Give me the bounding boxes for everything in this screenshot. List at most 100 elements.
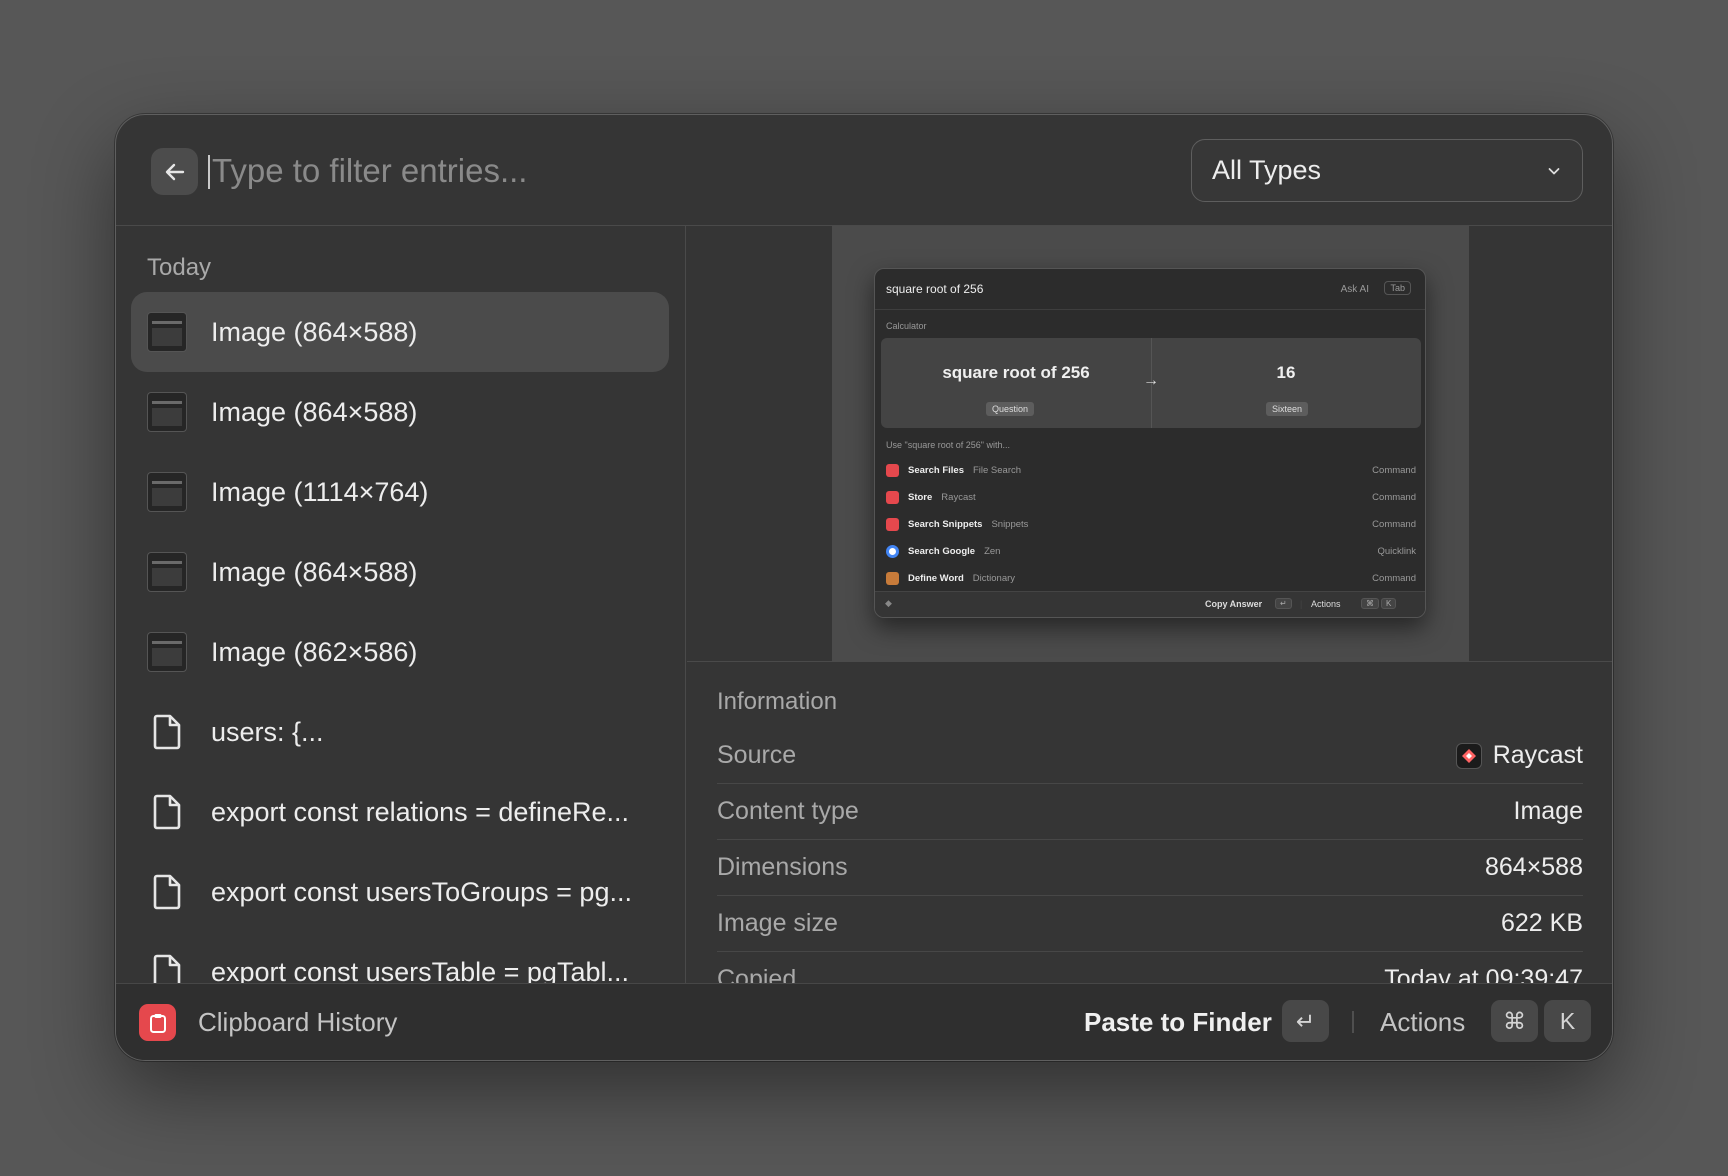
list-item-label: Image (864×588): [211, 396, 418, 427]
preview-row-title: Search Snippets: [908, 518, 983, 530]
list-item-label: export const usersTable = pgTabl...: [211, 956, 629, 987]
enter-key-hint: ↵: [1282, 1000, 1329, 1042]
info-key: Dimensions: [717, 853, 848, 881]
command-key-hint: ⌘: [1491, 1000, 1538, 1042]
list-item-label: users: {...: [211, 716, 324, 747]
image-thumbnail: [147, 312, 187, 352]
list-item[interactable]: export const usersToGroups = pg...: [131, 852, 669, 932]
action-bar: Clipboard History Paste to Finder ↵ Acti…: [116, 983, 1612, 1060]
list-item-label: Image (1114×764): [211, 476, 429, 507]
dictionary-icon: [886, 571, 899, 585]
preview-row: Search Google Zen Quicklink: [886, 543, 1416, 559]
preview-row-type: Command: [1372, 572, 1416, 584]
back-button[interactable]: [151, 148, 198, 195]
preview-row: Define Word Dictionary Command: [886, 570, 1416, 586]
preview-footer-action: Copy Answer: [1205, 599, 1263, 609]
preview-row-title: Search Google: [908, 545, 976, 557]
preview-row: Store Raycast Command: [886, 489, 1416, 505]
preview-row-subtitle: Raycast: [941, 491, 976, 503]
paste-to-finder-button[interactable]: Paste to Finder: [1084, 1007, 1272, 1038]
type-filter-value: All Types: [1212, 155, 1322, 185]
preview-footer-sep: |: [1300, 599, 1303, 609]
chevron-down-icon: [1548, 167, 1560, 174]
preview-screenshot: square root of 256 Ask AI Tab Calculator…: [874, 268, 1426, 618]
clipboard-icon: [139, 1004, 176, 1041]
text-cursor: [208, 155, 210, 189]
info-key: Content type: [717, 797, 859, 825]
clipboard-history-window: All Types Today Image (864×588) Image (8…: [115, 114, 1613, 1061]
list-item-label: Image (862×586): [211, 636, 418, 667]
info-row-source: Source Raycast: [717, 728, 1583, 784]
command-name: Clipboard History: [198, 1007, 398, 1037]
info-value: Raycast: [1455, 741, 1583, 770]
list-item[interactable]: export const relations = defineRe...: [131, 772, 669, 852]
preview-row-title: Search Files: [908, 464, 964, 476]
raycast-logo-icon: [1455, 742, 1482, 769]
google-icon: [886, 544, 899, 558]
preview-footer: ◆ Copy Answer ↵ | Actions ⌘ K: [875, 591, 1425, 617]
arrow-left-icon: [165, 163, 184, 180]
preview-row-subtitle: Zen: [984, 545, 1001, 557]
preview-section: Calculator: [886, 321, 927, 331]
preview-cmd-key: ⌘: [1361, 598, 1379, 609]
document-icon: [153, 794, 181, 830]
list-item-label: Image (864×588): [211, 316, 418, 347]
list-item[interactable]: users: {...: [131, 692, 669, 772]
image-thumbnail: [147, 472, 187, 512]
preview-k-key: K: [1381, 598, 1397, 609]
list-item[interactable]: Image (864×588): [131, 532, 669, 612]
preview-row: Search Files File Search Command: [886, 462, 1416, 478]
preview-row-type: Quicklink: [1377, 545, 1416, 557]
preview-calculator-card: square root of 256 → 16 Question Sixteen: [881, 338, 1421, 428]
footer-divider: [1352, 1011, 1354, 1033]
preview-row-subtitle: Snippets: [991, 518, 1029, 530]
list-item[interactable]: export const usersTable = pgTabl...: [131, 932, 669, 986]
preview-enter-key: ↵: [1275, 598, 1292, 609]
image-thumbnail: [147, 632, 187, 672]
list-item-label: export const relations = defineRe...: [211, 796, 629, 827]
list-item-label: export const usersToGroups = pg...: [211, 876, 632, 907]
search-header: All Types: [116, 115, 1612, 226]
preview-footer-actions: Actions: [1311, 599, 1341, 609]
information-title: Information: [717, 688, 838, 715]
info-row-image-size: Image size 622 KB: [717, 896, 1583, 952]
info-row-copied: Copied Today at 09:39:47: [717, 952, 1583, 986]
preview-row-title: Store: [908, 491, 933, 503]
list-item[interactable]: Image (862×586): [131, 612, 669, 692]
info-value: 864×588: [1484, 853, 1583, 881]
search-files-icon: [886, 463, 899, 477]
preview-image: square root of 256 Ask AI Tab Calculator…: [832, 226, 1469, 662]
source-value: Raycast: [1492, 741, 1583, 769]
preview-use-with: Use "square root of 256" with...: [886, 440, 1010, 450]
preview-row-subtitle: Dictionary: [972, 572, 1016, 584]
filter-input[interactable]: [212, 145, 1062, 197]
raycast-mini-icon: ◆: [885, 598, 892, 608]
preview-tab-key: Tab: [1384, 281, 1411, 295]
actions-button[interactable]: Actions: [1380, 1007, 1465, 1038]
preview-row-subtitle: File Search: [972, 464, 1022, 476]
calc-answer: 16: [1276, 363, 1296, 382]
type-filter-dropdown[interactable]: All Types: [1191, 139, 1583, 202]
info-key: Image size: [717, 909, 838, 937]
list-item[interactable]: Image (864×588): [131, 372, 669, 452]
info-key: Source: [717, 741, 797, 769]
calc-question-pill: Question: [986, 402, 1035, 416]
info-row-content-type: Content type Image: [717, 784, 1583, 840]
list-item-label: Image (864×588): [211, 556, 418, 587]
info-value: Image: [1513, 797, 1583, 825]
preview-ask-ai: Ask AI: [1340, 284, 1369, 295]
preview-row: Search Snippets Snippets Command: [886, 516, 1416, 532]
preview-row-type: Command: [1372, 518, 1416, 530]
section-title-today: Today: [147, 254, 212, 281]
preview-row-type: Command: [1372, 464, 1416, 476]
document-icon: [153, 954, 181, 986]
list-item[interactable]: Image (1114×764): [131, 452, 669, 532]
list-item[interactable]: Image (864×588): [131, 292, 669, 372]
snippets-icon: [886, 517, 899, 531]
calc-answer-pill: Sixteen: [1266, 402, 1309, 416]
clipboard-entries-list: Today Image (864×588) Image (864×588) Im…: [116, 226, 686, 986]
document-icon: [153, 874, 181, 910]
document-icon: [153, 714, 181, 750]
calc-question: square root of 256: [942, 363, 1090, 382]
preview-query: square root of 256: [886, 282, 984, 296]
